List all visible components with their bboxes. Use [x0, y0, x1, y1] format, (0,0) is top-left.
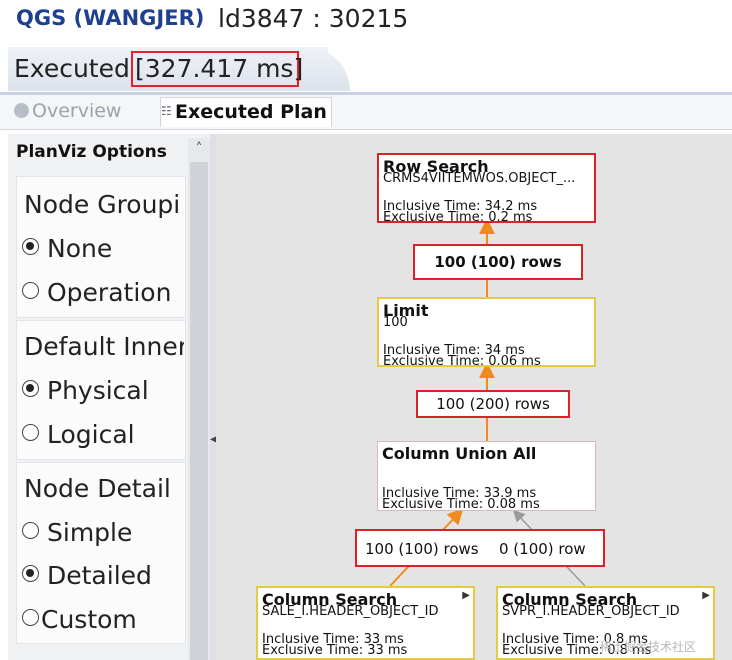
node-detail: 100: [383, 315, 408, 330]
expand-triangle-icon[interactable]: ▶: [462, 590, 470, 601]
edge-label-limit-to-row-search: 100 (100) rows: [413, 244, 583, 280]
node-exclusive-time: Exclusive Time: 33 ms: [262, 643, 408, 658]
node-detail: SVPR_I.HEADER_OBJECT_ID: [502, 604, 680, 619]
plan-node-row-search[interactable]: Row Search CRMS4VIITEMWOS.OBJECT_... Inc…: [377, 153, 596, 223]
node-exclusive-time: Exclusive Time: 0.08 ms: [382, 497, 540, 511]
plan-node-column-union-all[interactable]: Column Union All Inclusive Time: 33.9 ms…: [377, 441, 596, 511]
watermark: 稀土掘金技术社区: [600, 640, 697, 654]
expand-triangle-icon[interactable]: ▶: [702, 590, 710, 601]
node-exclusive-time: Exclusive Time: 0.2 ms: [383, 210, 533, 223]
node-detail: SALE_I.HEADER_OBJECT_ID: [262, 604, 439, 619]
node-detail: CRMS4VIITEMWOS.OBJECT_...: [383, 171, 576, 186]
edge-label-union-to-limit: 100 (200) rows: [416, 390, 570, 418]
node-exclusive-time: Exclusive Time: 0.06 ms: [383, 354, 541, 367]
plan-node-column-search-sale[interactable]: Column Search SALE_I.HEADER_OBJECT_ID ▶ …: [256, 586, 475, 660]
plan-node-limit[interactable]: Limit 100 Inclusive Time: 34 ms Exclusiv…: [377, 297, 596, 367]
edge-label-sale-to-union: 100 (100) rows: [365, 540, 479, 558]
edge-label-svpr-to-union: 0 (100) row: [499, 540, 586, 558]
node-name: Column Union All: [382, 444, 537, 463]
edge-labels-children: 100 (100) rows 0 (100) row: [355, 529, 605, 567]
